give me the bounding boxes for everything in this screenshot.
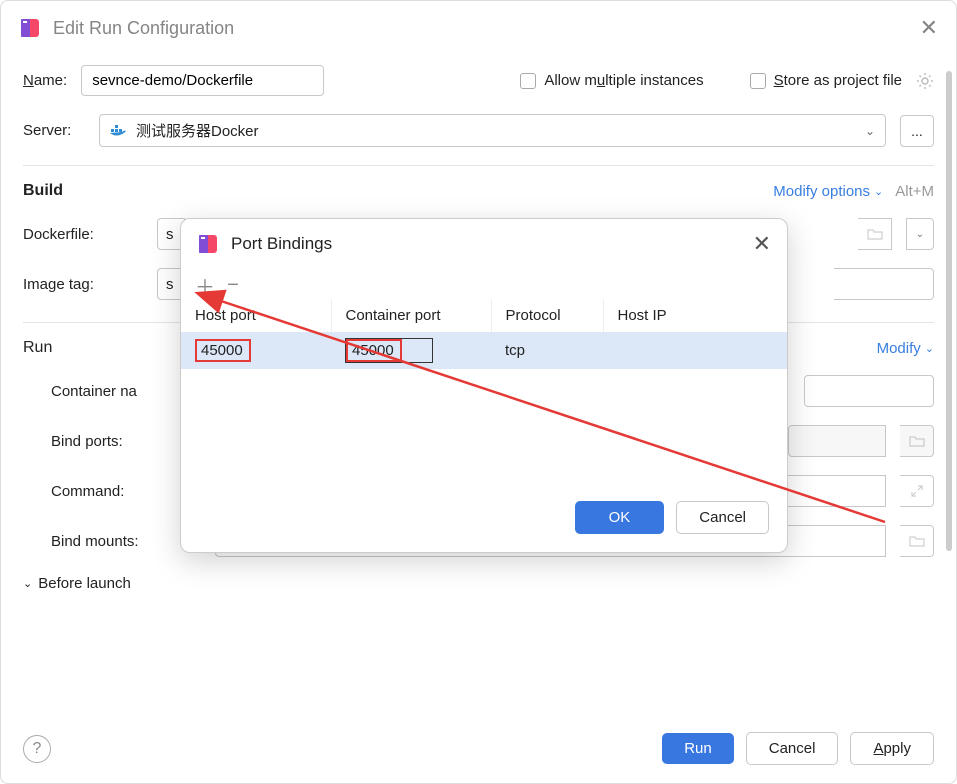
dockerfile-label: Dockerfile: (23, 226, 143, 243)
modal-toolbar: ＋ − (181, 269, 787, 299)
command-expand-button[interactable] (900, 475, 934, 507)
folder-icon (909, 535, 925, 547)
shortcut-hint: Alt+M (895, 183, 934, 200)
modal-cancel-button[interactable]: Cancel (676, 501, 769, 534)
checkbox-icon[interactable] (520, 73, 536, 89)
host-port-header: Host port (181, 299, 331, 332)
bind-mounts-label: Bind mounts: (51, 533, 201, 550)
image-tag-label: Image tag: (23, 276, 143, 293)
bind-mounts-browse-button[interactable] (900, 525, 934, 557)
before-launch-label: Before launch (38, 575, 131, 592)
store-project-checkbox[interactable]: Store as project file (750, 72, 902, 89)
modal-title-bar: Port Bindings ✕ (181, 219, 787, 269)
host-ip-header: Host IP (603, 299, 787, 332)
bind-ports-input[interactable] (788, 425, 886, 457)
modal-title: Port Bindings (231, 234, 332, 254)
build-header: Build Modify options ⌄ Alt+M (23, 182, 934, 200)
name-row: Name: Allow multiple instances Store as … (23, 65, 934, 96)
expand-icon (910, 484, 924, 498)
add-button[interactable]: ＋ (195, 275, 215, 295)
allow-multiple-label: Allow multiple instances (544, 72, 703, 89)
folder-icon (867, 228, 883, 240)
host-port-cell[interactable]: 45000 (181, 332, 331, 369)
port-bindings-dialog: Port Bindings ✕ ＋ − Host port Container … (180, 218, 788, 553)
intellij-icon (19, 17, 41, 39)
close-icon[interactable]: ✕ (920, 15, 938, 41)
modify-options-link[interactable]: Modify options ⌄ (773, 183, 883, 200)
before-launch-section[interactable]: ⌄ Before launch (23, 575, 934, 592)
bottom-bar: ? Run Cancel Apply (1, 714, 956, 783)
server-browse-button[interactable]: ... (900, 115, 934, 147)
cancel-button[interactable]: Cancel (746, 732, 839, 765)
protocol-cell[interactable]: tcp (491, 332, 603, 369)
dockerfile-history-button[interactable]: ⌄ (906, 218, 934, 250)
server-select[interactable]: 测试服务器Docker ⌄ (99, 114, 886, 147)
container-name-label: Container na (51, 383, 201, 400)
name-input[interactable] (81, 65, 324, 96)
run-modify-link[interactable]: Modify ⌄ (877, 340, 934, 357)
remove-button[interactable]: − (223, 275, 243, 295)
checkbox-icon[interactable] (750, 73, 766, 89)
chevron-right-icon: ⌄ (23, 577, 32, 590)
bind-ports-label: Bind ports: (51, 433, 201, 450)
title-bar: Edit Run Configuration ✕ (1, 1, 956, 55)
store-label: Store as project file (774, 72, 902, 89)
ok-button[interactable]: OK (575, 501, 665, 534)
run-title: Run (23, 339, 52, 357)
help-button[interactable]: ? (23, 735, 51, 763)
container-name-input[interactable] (804, 375, 934, 407)
command-label: Command: (51, 483, 201, 500)
apply-button[interactable]: Apply (850, 732, 934, 765)
scrollbar-thumb[interactable] (946, 71, 952, 551)
chevron-down-icon: ⌄ (874, 185, 883, 198)
close-icon[interactable]: ✕ (753, 231, 771, 257)
run-button[interactable]: Run (662, 733, 734, 764)
allow-multiple-checkbox[interactable]: Allow multiple instances (520, 72, 703, 89)
divider (23, 165, 934, 166)
chevron-down-icon: ⌄ (925, 342, 934, 355)
image-tag-extra[interactable] (834, 268, 934, 300)
dialog-title: Edit Run Configuration (53, 18, 234, 39)
chevron-down-icon: ⌄ (916, 229, 924, 240)
server-value: 测试服务器Docker (136, 120, 259, 141)
build-title: Build (23, 182, 63, 200)
protocol-header: Protocol (491, 299, 603, 332)
modal-buttons: OK Cancel (181, 479, 787, 552)
container-port-cell[interactable]: 45000 (331, 332, 491, 369)
port-bindings-table: Host port Container port Protocol Host I… (181, 299, 787, 369)
server-label: Server: (23, 122, 85, 139)
folder-icon (909, 435, 925, 447)
server-row: Server: 测试服务器Docker ⌄ ... (23, 114, 934, 147)
name-label: Name: (23, 72, 67, 89)
gear-icon[interactable] (916, 72, 934, 90)
intellij-icon (197, 233, 219, 255)
bind-ports-browse-button[interactable] (900, 425, 934, 457)
host-ip-cell[interactable] (603, 332, 787, 369)
scrollbar[interactable] (946, 71, 952, 551)
table-header-row: Host port Container port Protocol Host I… (181, 299, 787, 332)
container-port-header: Container port (331, 299, 491, 332)
table-row[interactable]: 45000 45000 tcp (181, 332, 787, 369)
dockerfile-browse-button[interactable] (858, 218, 892, 250)
docker-icon (110, 124, 128, 138)
chevron-down-icon: ⌄ (865, 124, 875, 138)
